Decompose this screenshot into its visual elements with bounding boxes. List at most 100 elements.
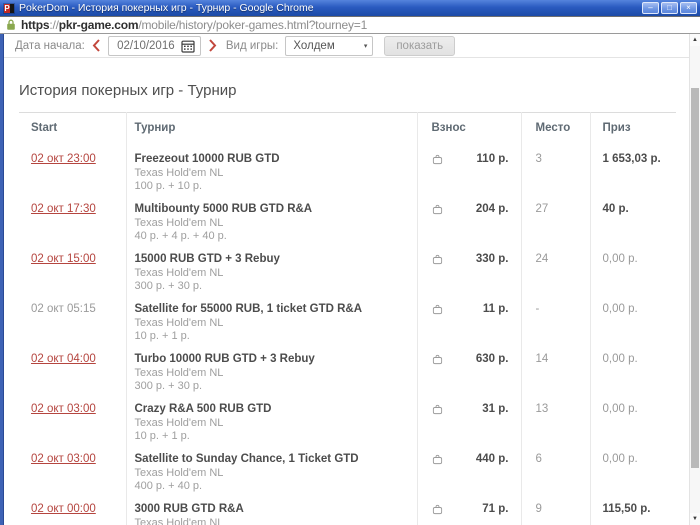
tournament-cell: Crazy R&A 500 RUB GTD Texas Hold'em NL 10 … bbox=[126, 393, 418, 443]
start-date-link[interactable]: 02 окт 03:00 bbox=[31, 403, 96, 415]
place-value: 14 bbox=[535, 353, 549, 365]
fee-value: 440 р. bbox=[475, 453, 509, 465]
table-row: 02 окт 04:00 Turbo 10000 RUB GTD + 3 Rebu… bbox=[19, 343, 676, 393]
place-value: 3 bbox=[535, 153, 542, 165]
tournament-name: Multibounty 5000 RUB GTD R&A bbox=[134, 203, 313, 215]
scrollbar-thumb[interactable] bbox=[691, 88, 699, 468]
briefcase-icon bbox=[432, 254, 443, 265]
game-variant: Texas Hold'em NL bbox=[134, 367, 224, 379]
scroll-up-icon[interactable]: ▲ bbox=[690, 34, 700, 46]
header-place: Место bbox=[521, 112, 591, 143]
prize-value: 0,00 р. bbox=[602, 353, 638, 365]
fee-value: 630 р. bbox=[475, 353, 509, 365]
game-variant: Texas Hold'em NL bbox=[134, 317, 224, 329]
game-variant: Texas Hold'em NL bbox=[134, 417, 224, 429]
url-text: https://pkr-game.com/mobile/history/poke… bbox=[21, 18, 367, 32]
start-date-link[interactable]: 02 окт 23:00 bbox=[31, 153, 96, 165]
fee-value: 11 р. bbox=[482, 303, 509, 315]
start-date-link[interactable]: 02 окт 17:30 bbox=[31, 203, 96, 215]
calendar-icon[interactable] bbox=[181, 39, 195, 53]
place-cell: 27 bbox=[521, 193, 591, 243]
prize-cell: 1 653,03 р. bbox=[590, 143, 676, 193]
table-row: 02 окт 00:00 3000 RUB GTD R&A Texas Hold'e… bbox=[19, 493, 676, 525]
tournament-cell: Satellite for 55000 RUB, 1 ticket GTD R&… bbox=[126, 293, 418, 343]
table-body: 02 окт 23:00 Freezeout 10000 RUB GTD Texas… bbox=[19, 143, 676, 525]
maximize-button[interactable]: □ bbox=[661, 2, 678, 14]
show-button[interactable]: показать bbox=[384, 35, 456, 56]
window-controls: – □ × bbox=[642, 2, 697, 14]
fee-cell: 630 р. bbox=[417, 343, 522, 393]
place-cell: 9 bbox=[521, 493, 591, 525]
briefcase-icon bbox=[432, 354, 443, 365]
game-variant: Texas Hold'em NL bbox=[134, 467, 224, 479]
place-value: - bbox=[535, 303, 540, 315]
fee-cell: 31 р. bbox=[417, 393, 522, 443]
place-cell: 24 bbox=[521, 243, 591, 293]
table-row: 02 окт 15:00 15000 RUB GTD + 3 Rebuy Texas… bbox=[19, 243, 676, 293]
prize-cell: 0,00 р. bbox=[590, 343, 676, 393]
place-value: 13 bbox=[535, 403, 549, 415]
prize-value: 115,50 р. bbox=[602, 503, 651, 515]
table-row: 02 окт 23:00 Freezeout 10000 RUB GTD Texas… bbox=[19, 143, 676, 193]
start-date-link[interactable]: 02 окт 04:00 bbox=[31, 353, 96, 365]
prize-value: 0,00 р. bbox=[602, 403, 638, 415]
header-tourney: Турнир bbox=[126, 112, 418, 143]
header-fee: Взнос bbox=[417, 112, 522, 143]
chevron-left-icon[interactable] bbox=[92, 39, 101, 52]
briefcase-icon bbox=[432, 304, 443, 315]
window-titlebar: P PokerDom - История покерных игр - Турн… bbox=[0, 0, 700, 16]
url-domain: pkr-game.com bbox=[58, 18, 139, 32]
header-start: Start bbox=[19, 112, 127, 143]
fee-value: 330 р. bbox=[475, 253, 509, 265]
game-variant: Texas Hold'em NL bbox=[134, 517, 224, 525]
url-scheme: https bbox=[21, 18, 50, 32]
browser-window: P PokerDom - История покерных игр - Турн… bbox=[0, 0, 700, 525]
start-cell: 02 окт 23:00 bbox=[19, 143, 127, 193]
url-path: /mobile/history/poker-games.html?tourney… bbox=[138, 18, 368, 32]
prize-cell: 0,00 р. bbox=[590, 443, 676, 493]
fee-cell: 204 р. bbox=[417, 193, 522, 243]
prize-value: 1 653,03 р. bbox=[602, 153, 661, 165]
filter-bar: Дата начала: 02/10/2016 Вид игры: Холдем… bbox=[4, 34, 700, 58]
start-date-link[interactable]: 02 окт 15:00 bbox=[31, 253, 96, 265]
game-variant: Texas Hold'em NL bbox=[134, 217, 224, 229]
url-separator: :// bbox=[49, 18, 59, 32]
tournament-cell: 3000 RUB GTD R&ATexas Hold'em NL10 р. + … bbox=[126, 493, 418, 525]
address-bar[interactable]: https://pkr-game.com/mobile/history/poke… bbox=[0, 16, 700, 34]
table-row: 02 окт 03:00 Crazy R&A 500 RUB GTD Texas H… bbox=[19, 393, 676, 443]
prize-cell: 0,00 р. bbox=[590, 393, 676, 443]
prize-cell: 0,00 р. bbox=[590, 243, 676, 293]
dropdown-arrow-icon: ▾ bbox=[363, 42, 368, 50]
start-date-link[interactable]: 02 окт 00:00 bbox=[31, 503, 96, 515]
briefcase-icon bbox=[432, 204, 443, 215]
minimize-button[interactable]: – bbox=[642, 2, 659, 14]
prize-value: 0,00 р. bbox=[602, 303, 638, 315]
game-variant: Texas Hold'em NL bbox=[134, 267, 224, 279]
table-row: 02 окт 03:00 Satellite to Sunday Chance, … bbox=[19, 443, 676, 493]
game-type-value: Холдем bbox=[293, 39, 335, 52]
table-header: Start Турнир Взнос Место Приз bbox=[19, 112, 676, 143]
prize-value: 40 р. bbox=[602, 203, 629, 215]
vertical-scrollbar[interactable]: ▲ ▼ bbox=[689, 34, 700, 525]
lock-icon bbox=[6, 19, 16, 31]
game-type-select[interactable]: Холдем ▾ bbox=[285, 35, 374, 56]
briefcase-icon bbox=[432, 454, 443, 465]
table-row: 02 окт 17:30 Multibounty 5000 RUB GTD R&A… bbox=[19, 193, 676, 243]
place-cell: 13 bbox=[521, 393, 591, 443]
prize-value: 0,00 р. bbox=[602, 453, 638, 465]
chevron-right-icon[interactable] bbox=[208, 39, 217, 52]
close-button[interactable]: × bbox=[680, 2, 697, 14]
start-date-link[interactable]: 02 окт 03:00 bbox=[31, 453, 96, 465]
start-date-input[interactable]: 02/10/2016 bbox=[107, 35, 201, 56]
window-title: PokerDom - История покерных игр - Турнир… bbox=[19, 2, 314, 14]
start-cell: 02 окт 17:30 bbox=[19, 193, 127, 243]
buyin-breakdown: 300 р. + 30 р. bbox=[134, 280, 203, 292]
start-date-value: 02/10/2016 bbox=[117, 39, 175, 52]
favicon-right-block bbox=[10, 3, 14, 13]
game-type-label: Вид игры: bbox=[225, 39, 279, 52]
scroll-down-icon[interactable]: ▼ bbox=[690, 513, 700, 525]
briefcase-icon bbox=[432, 504, 443, 515]
briefcase-icon bbox=[432, 404, 443, 415]
start-cell: 02 окт 05:15 bbox=[19, 293, 127, 343]
start-cell: 02 окт 15:00 bbox=[19, 243, 127, 293]
